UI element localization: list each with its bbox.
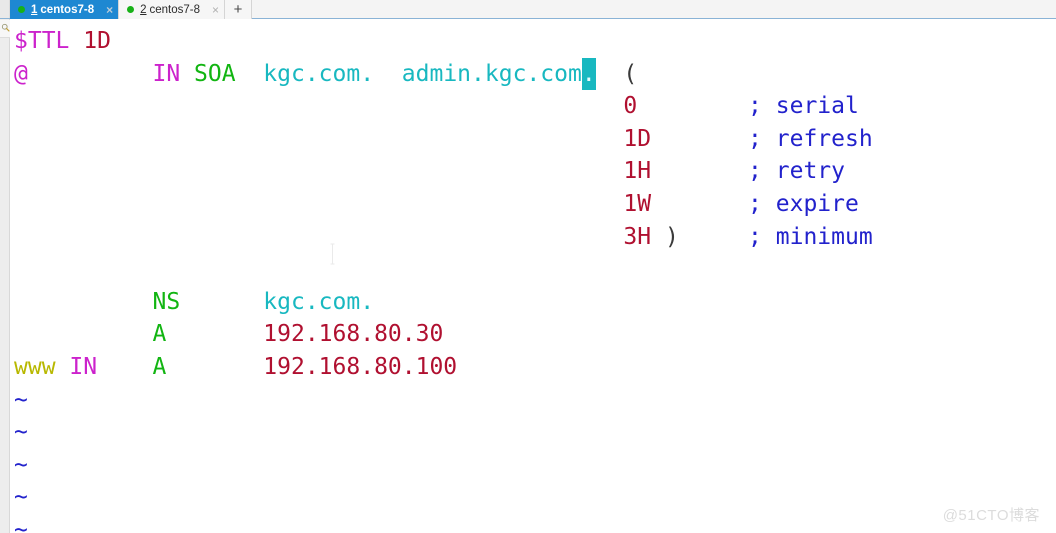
buffer-token: ( <box>623 60 638 87</box>
buffer-token: 1H <box>623 158 652 185</box>
tab-bar-empty-area <box>252 0 1056 18</box>
buffer-token: ; <box>748 191 762 217</box>
buffer-token: www <box>14 354 56 380</box>
buffer-token: refresh <box>775 125 873 152</box>
terminal-viewport[interactable]: $TTL 1D @ IN SOA kgc.com. admin.kgc.com. (0; ser… <box>11 19 1056 533</box>
buffer-token: minimum <box>775 223 873 250</box>
search-magnifier-icon[interactable] <box>0 20 10 38</box>
buffer-token: $TTL <box>14 28 70 54</box>
buffer-token: @ <box>14 60 28 87</box>
buffer-token: IN <box>69 354 98 380</box>
tab-1[interactable]: 1 centos7-8 × <box>10 0 120 19</box>
tab-bar-rail <box>0 0 10 18</box>
buffer-token: serial <box>775 93 859 120</box>
buffer-token: 192.168.80.100 <box>263 354 458 380</box>
buffer-token: 1D <box>83 28 111 54</box>
buffer-token: 192.168.80.30 <box>263 321 444 348</box>
buffer-token: retry <box>775 158 845 185</box>
tab-2-index: 2 <box>140 3 147 16</box>
green-dot-icon <box>18 6 25 13</box>
buffer-token: kgc.com. <box>263 288 375 315</box>
watermark: @51CTO博客 <box>942 507 1040 524</box>
new-tab-button[interactable]: + <box>225 0 253 19</box>
buffer-token: SOA <box>194 60 236 87</box>
buffer-token: admin.kgc.com <box>401 60 582 87</box>
buffer-token: IN <box>152 60 181 87</box>
buffer-token: A <box>152 321 167 348</box>
buffer-token: ; <box>748 125 762 152</box>
close-icon[interactable]: × <box>212 4 219 16</box>
tab-1-index: 1 <box>31 3 38 16</box>
buffer-token: ; <box>748 223 762 250</box>
buffer-token: ; <box>748 93 762 120</box>
left-sidebar <box>0 19 10 533</box>
mouse-text-cursor-icon <box>330 243 335 265</box>
empty-line-marker: ~ <box>14 484 28 511</box>
tab-2[interactable]: 2 centos7-8 × <box>119 0 226 19</box>
tab-1-label: centos7-8 <box>40 3 95 16</box>
buffer-token: kgc.com. <box>263 60 375 87</box>
buffer-token: expire <box>775 191 859 217</box>
green-dot-icon <box>127 6 135 13</box>
buffer-token: ) <box>664 223 679 250</box>
buffer-token: 3H <box>623 223 652 250</box>
text-cursor: . <box>581 57 596 91</box>
tab-bar: 1 centos7-8 × 2 centos7-8 × + <box>0 0 1056 19</box>
empty-line-marker: ~ <box>14 419 28 446</box>
tab-2-label: centos7-8 <box>149 3 201 16</box>
buffer-token: 1D <box>623 125 652 152</box>
buffer-token: ; <box>748 158 762 185</box>
buffer-token: 0 <box>623 93 638 120</box>
terminal-window: 1 centos7-8 × 2 centos7-8 × + $TTL 1D @ IN S… <box>0 0 1056 533</box>
close-icon[interactable]: × <box>106 4 113 16</box>
empty-line-marker: ~ <box>14 386 28 413</box>
buffer-token: 1W <box>623 191 652 217</box>
empty-line-marker: ~ <box>14 517 28 533</box>
buffer-token: NS <box>152 288 181 315</box>
buffer-token: A <box>152 354 167 380</box>
empty-line-marker: ~ <box>14 451 28 478</box>
